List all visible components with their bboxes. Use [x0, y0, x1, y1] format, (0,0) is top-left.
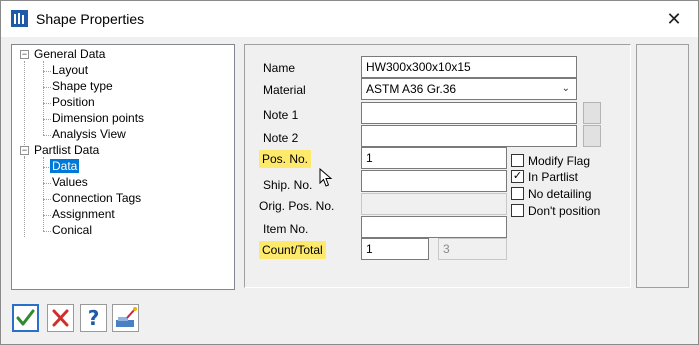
cross-icon	[52, 309, 69, 327]
tree-item-analysis-view[interactable]: Analysis View	[52, 126, 126, 142]
tree-item-connection-tags[interactable]: Connection Tags	[52, 190, 141, 206]
tree-collapse-toggle-partlist[interactable]: −	[20, 146, 29, 155]
tree-item-position[interactable]: Position	[52, 94, 95, 110]
tree-item-values[interactable]: Values	[52, 174, 88, 190]
tree-item-conical[interactable]: Conical	[52, 222, 92, 238]
material-select[interactable]: ASTM A36 Gr.36 ⌄	[361, 78, 577, 100]
no-detailing-checkbox[interactable]: No detailing	[511, 187, 591, 203]
tree-node-partlist-data[interactable]: Partlist Data	[34, 142, 99, 158]
modify-flag-box[interactable]	[511, 154, 524, 168]
in-partlist-checkbox[interactable]: ✓ In Partlist	[511, 170, 578, 186]
help-question-icon: ?	[87, 306, 100, 330]
ship-no-input[interactable]	[361, 170, 507, 192]
note2-label: Note 2	[263, 131, 299, 145]
dont-position-box[interactable]	[511, 204, 524, 218]
orig-pos-no-label: Orig. Pos. No.	[259, 199, 335, 213]
ship-no-label: Ship. No.	[263, 178, 313, 192]
shape-properties-dialog: Shape Properties ✕ − General Data Layout…	[0, 0, 699, 345]
no-detailing-label: No detailing	[528, 187, 592, 201]
count-input[interactable]: 1	[361, 238, 429, 260]
title-bar: Shape Properties ✕	[1, 1, 698, 37]
note1-input[interactable]	[361, 102, 577, 124]
pos-no-label: Pos. No.	[259, 150, 312, 168]
help-button[interactable]: ?	[80, 304, 107, 332]
checkmark-icon	[16, 309, 35, 326]
tree-item-data[interactable]: Data	[50, 158, 80, 174]
dont-position-label: Don't position	[528, 204, 601, 218]
item-no-input[interactable]	[361, 216, 507, 238]
no-detailing-box[interactable]	[511, 187, 524, 201]
note1-browse-button[interactable]	[583, 102, 601, 124]
checkmark-icon[interactable]: ✓	[511, 170, 524, 184]
count-total-label: Count/Total	[259, 241, 326, 259]
cancel-button[interactable]	[47, 304, 74, 332]
app-icon	[11, 10, 28, 27]
pick-from-model-button[interactable]	[112, 304, 139, 332]
navigation-tree: − General Data Layout Shape type Positio…	[11, 44, 235, 290]
in-partlist-label: In Partlist	[528, 170, 579, 184]
tree-item-assignment[interactable]: Assignment	[52, 206, 115, 222]
pick-from-model-icon	[116, 307, 137, 327]
window-title: Shape Properties	[36, 11, 145, 27]
tree-item-dimension-points[interactable]: Dimension points	[52, 110, 144, 126]
close-icon[interactable]: ✕	[661, 7, 687, 31]
tree-collapse-toggle-general[interactable]: −	[20, 50, 29, 59]
mouse-cursor-icon	[319, 168, 333, 187]
note2-input[interactable]	[361, 125, 577, 147]
item-no-label: Item No.	[263, 222, 309, 236]
note2-browse-button[interactable]	[583, 125, 601, 147]
material-label: Material	[263, 83, 306, 97]
name-input[interactable]: HW300x300x10x15	[361, 56, 577, 78]
total-input: 3	[438, 238, 507, 260]
tree-node-general-data[interactable]: General Data	[34, 46, 105, 62]
pos-no-input[interactable]: 1	[361, 147, 507, 169]
modify-flag-checkbox[interactable]: Modify Flag	[511, 154, 590, 170]
side-panel	[636, 44, 689, 288]
ok-button[interactable]	[12, 304, 39, 332]
material-value: ASTM A36 Gr.36	[366, 82, 457, 96]
tree-item-shape-type[interactable]: Shape type	[52, 78, 113, 94]
orig-pos-no-input	[361, 193, 507, 215]
tree-item-layout[interactable]: Layout	[52, 62, 88, 78]
chevron-down-icon: ⌄	[561, 83, 570, 94]
dont-position-checkbox[interactable]: Don't position	[511, 204, 600, 220]
modify-flag-label: Modify Flag	[528, 154, 591, 168]
note1-label: Note 1	[263, 108, 299, 122]
name-label: Name	[263, 61, 296, 75]
